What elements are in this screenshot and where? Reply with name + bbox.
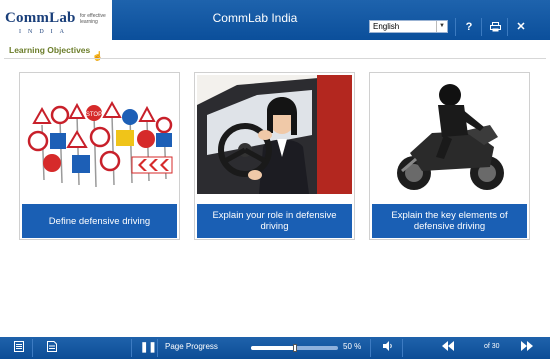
- help-icon: ?: [465, 21, 473, 33]
- pointer-cursor-icon: ☝: [92, 51, 104, 61]
- progress-knob[interactable]: [292, 344, 297, 352]
- menu-button[interactable]: [14, 341, 24, 357]
- transcript-button[interactable]: [47, 341, 57, 357]
- print-icon: [489, 22, 501, 32]
- document-icon: [47, 341, 57, 352]
- footer-divider: [402, 339, 403, 357]
- print-button[interactable]: [481, 18, 508, 36]
- logo: CommLab INDIA for effective learning: [0, 0, 112, 40]
- course-title: CommLab India: [212, 11, 298, 25]
- page-count: of 30: [484, 343, 500, 350]
- woman-driving-image: [197, 75, 352, 194]
- logo-text: CommLab: [5, 10, 76, 26]
- footer-divider: [370, 339, 371, 357]
- menu-icon: [14, 341, 24, 352]
- objective-card-1[interactable]: STOP Define defensive driving: [19, 72, 180, 240]
- language-value: English: [373, 22, 400, 31]
- progress-bar: [251, 344, 338, 352]
- chevron-down-icon: ▼: [436, 21, 447, 32]
- footer-divider: [157, 339, 158, 357]
- speaker-icon: [383, 341, 392, 351]
- next-button[interactable]: [521, 341, 533, 356]
- title-divider: [4, 58, 546, 59]
- close-button[interactable]: ✕: [507, 18, 534, 36]
- page-title: Learning Objectives: [9, 45, 91, 55]
- logo-tagline: for effective learning: [80, 13, 106, 25]
- footer-divider: [32, 339, 33, 357]
- logo-sub: INDIA: [19, 29, 71, 35]
- objective-label-2: Explain your role in defensive driving: [197, 204, 352, 238]
- previous-button[interactable]: [442, 341, 454, 356]
- svg-text:STOP: STOP: [86, 112, 102, 118]
- fast-forward-icon: [521, 341, 533, 351]
- help-button[interactable]: ?: [455, 18, 482, 36]
- pause-icon: ❚❚: [140, 342, 157, 353]
- footer-divider: [131, 339, 132, 357]
- motorcycle-image: [372, 75, 527, 194]
- pause-button[interactable]: ❚❚: [140, 341, 157, 355]
- objective-card-3[interactable]: Explain the key elements of defensive dr…: [369, 72, 530, 240]
- close-icon: ✕: [516, 21, 526, 33]
- objective-label-3: Explain the key elements of defensive dr…: [372, 204, 527, 238]
- progress-percent: 50 %: [343, 342, 362, 351]
- progress-fill: [251, 346, 295, 350]
- objective-card-2[interactable]: Explain your role in defensive driving: [194, 72, 355, 240]
- language-select[interactable]: English ▼: [369, 20, 448, 33]
- rewind-icon: [442, 341, 454, 351]
- progress-label: Page Progress: [165, 342, 218, 351]
- objective-label-1: Define defensive driving: [22, 204, 177, 238]
- top-bar: CommLab INDIA for effective learning Com…: [0, 0, 550, 40]
- road-signs-image: STOP: [22, 75, 177, 194]
- volume-button[interactable]: [383, 341, 393, 356]
